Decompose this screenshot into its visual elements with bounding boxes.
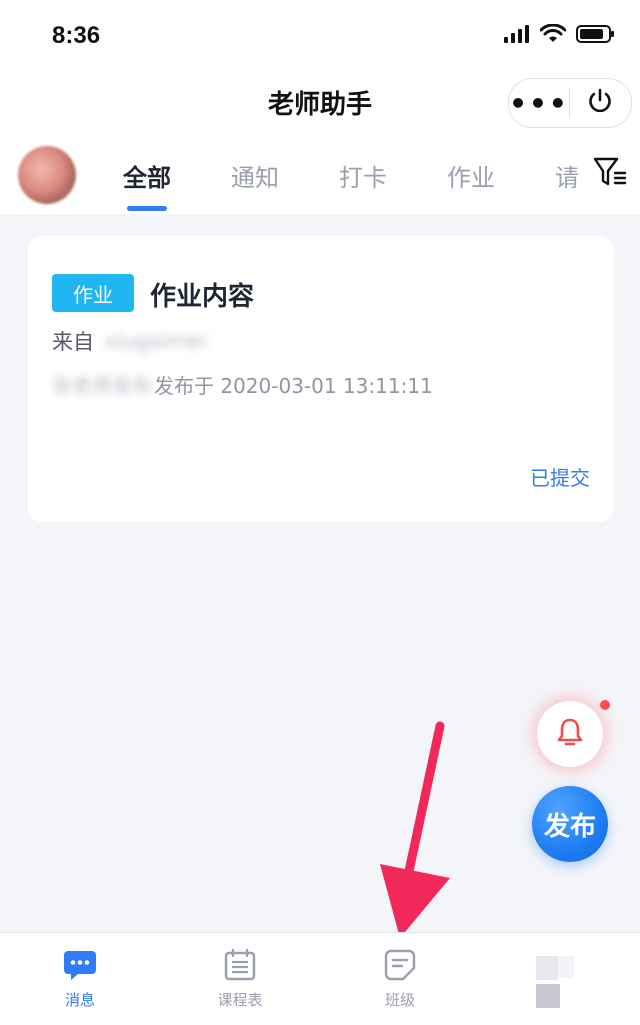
category-tab-bar: 全部 通知 打卡 作业 请 — [0, 136, 640, 214]
tab-checkin[interactable]: 打卡 — [339, 158, 387, 193]
cellular-signal-icon — [504, 24, 530, 48]
type-tag: 作业 — [52, 274, 134, 312]
more-menu-button[interactable]: ••• — [509, 79, 569, 127]
tabbar-item-messages[interactable]: 消息 — [0, 933, 160, 1025]
card-title: 作业内容 — [150, 282, 255, 312]
bell-icon — [553, 715, 587, 753]
tab-leave[interactable]: 请 — [555, 158, 578, 193]
power-icon — [586, 87, 614, 119]
tab-all[interactable]: 全部 — [123, 158, 171, 193]
status-bar: 8:36 — [0, 0, 640, 72]
tab-notice[interactable]: 通知 — [231, 158, 279, 193]
notification-dot — [600, 700, 610, 710]
status-icons — [504, 23, 616, 48]
tabbar-label: 班级 — [384, 991, 415, 1009]
tabbar-label: 课程表 — [217, 991, 263, 1009]
category-tabs: 全部 通知 打卡 作业 请 — [98, 136, 578, 214]
from-value: xiugaimei — [104, 329, 207, 353]
note-icon — [380, 947, 420, 983]
filter-icon — [592, 154, 628, 194]
from-label: 来自 — [52, 330, 94, 354]
notification-button[interactable] — [537, 701, 603, 767]
calendar-icon — [220, 947, 260, 983]
tabbar-item-class[interactable]: 班级 — [320, 933, 480, 1025]
tab-active-indicator — [127, 206, 167, 211]
tabbar-item-schedule[interactable]: 课程表 — [160, 933, 320, 1025]
tab-homework[interactable]: 作业 — [447, 158, 495, 193]
author-name: 张老师发布 — [52, 374, 152, 398]
published-time: 发布于 2020-03-01 13:11:11 — [154, 374, 433, 398]
card-from: 来自 xiugaimei — [52, 326, 207, 356]
message-card[interactable]: 作业 作业内容 来自 xiugaimei 张老师发布 发布于 2020-03-0… — [28, 236, 614, 522]
filter-button[interactable] — [590, 154, 630, 194]
status-time: 8:36 — [52, 22, 101, 49]
tabbar-label: 消息 — [64, 991, 95, 1009]
close-mini-program-button[interactable] — [570, 79, 630, 127]
battery-icon — [576, 24, 616, 48]
publish-button[interactable]: 发布 — [532, 786, 608, 862]
avatar[interactable] — [18, 146, 76, 204]
nav-bar: 老师助手 ••• — [0, 72, 640, 136]
wifi-icon — [539, 23, 567, 48]
profile-icon — [536, 954, 576, 1010]
card-meta: 张老师发布 发布于 2020-03-01 13:11:11 — [52, 370, 433, 399]
submission-status: 已提交 — [530, 466, 590, 490]
mini-program-capsule: ••• — [508, 78, 632, 128]
annotation-arrow — [370, 716, 480, 950]
chat-bubble-icon — [60, 947, 100, 983]
